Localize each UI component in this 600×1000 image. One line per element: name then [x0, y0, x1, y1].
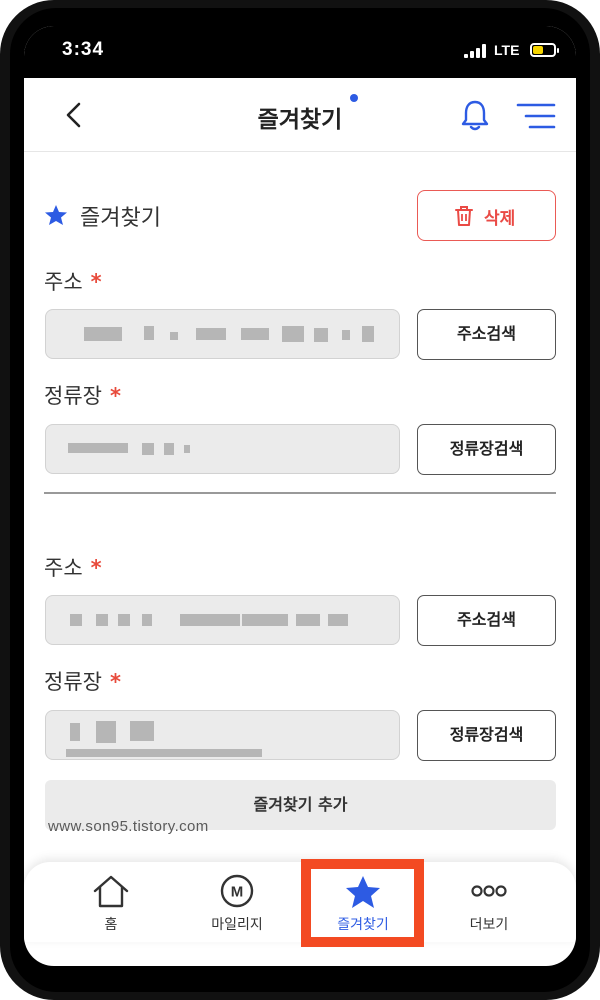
tab-mileage-label: 마일리지 — [211, 917, 263, 933]
address-label: 주소 * — [44, 270, 102, 294]
battery-icon — [530, 43, 559, 57]
required-mark: * — [109, 670, 121, 694]
notch — [192, 26, 408, 52]
more-icon — [471, 885, 507, 897]
stop-label: 정류장 * — [44, 670, 121, 694]
status-time: 3:34 — [62, 39, 105, 60]
bottom-tab-bar: 홈 M 마일리지 즐겨찾기 더보기 — [24, 862, 576, 942]
tab-favorites[interactable]: 즐겨찾기 — [294, 862, 432, 942]
home-icon — [93, 875, 129, 908]
hamburger-menu-icon — [516, 103, 556, 129]
address-search-button[interactable]: 주소검색 — [417, 309, 556, 360]
watermark-text: www.son95.tistory.com — [48, 818, 209, 835]
required-mark: * — [90, 556, 102, 580]
trash-icon — [455, 206, 473, 226]
mileage-icon: M — [220, 874, 254, 908]
tab-mileage[interactable]: M 마일리지 — [168, 862, 306, 942]
phone-frame: 3:34 LTE 즐겨찾기 즐겨찾기 삭제 주소 * 주소검색 정류장 * 정류… — [0, 0, 600, 1000]
entry-divider — [44, 492, 556, 494]
tab-home[interactable]: 홈 — [42, 862, 180, 942]
notification-dot — [350, 94, 358, 102]
tab-more-label: 더보기 — [469, 917, 509, 933]
address-input[interactable] — [45, 595, 400, 645]
network-type: LTE — [494, 42, 520, 58]
star-icon — [45, 205, 67, 225]
stop-search-button[interactable]: 정류장검색 — [417, 424, 556, 475]
stop-label: 정류장 * — [44, 384, 121, 408]
tab-more[interactable]: 더보기 — [420, 862, 558, 942]
notification-button[interactable] — [458, 98, 492, 132]
screen: 3:34 LTE 즐겨찾기 즐겨찾기 삭제 주소 * 주소검색 정류장 * 정류… — [24, 26, 576, 966]
stop-input[interactable] — [45, 424, 400, 474]
stop-search-button[interactable]: 정류장검색 — [417, 710, 556, 761]
address-search-button[interactable]: 주소검색 — [417, 595, 556, 646]
delete-label: 삭제 — [484, 209, 516, 229]
tab-favorites-label: 즐겨찾기 — [337, 917, 389, 933]
tab-home-label: 홈 — [104, 917, 118, 933]
menu-button[interactable] — [516, 102, 556, 130]
section-title: 즐겨찾기 — [80, 206, 161, 231]
delete-button[interactable]: 삭제 — [417, 190, 556, 241]
svg-text:M: M — [231, 884, 244, 901]
bell-icon — [461, 100, 489, 131]
address-input[interactable] — [45, 309, 400, 359]
address-label: 주소 * — [44, 556, 102, 580]
signal-icon — [464, 44, 488, 58]
stop-input[interactable] — [45, 710, 400, 760]
page-title: 즐겨찾기 — [257, 107, 343, 133]
star-icon — [346, 876, 380, 908]
app-header: 즐겨찾기 — [24, 78, 576, 152]
required-mark: * — [109, 384, 121, 408]
required-mark: * — [90, 270, 102, 294]
